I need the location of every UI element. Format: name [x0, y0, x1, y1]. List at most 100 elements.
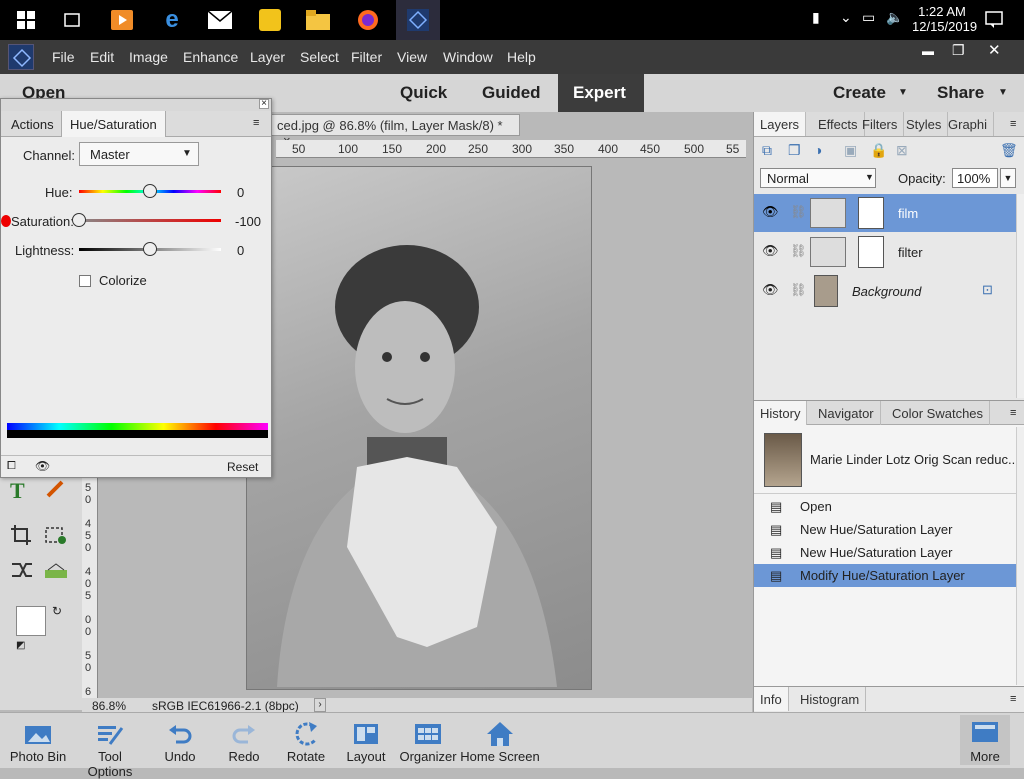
media-player-icon[interactable]	[108, 6, 136, 34]
minimize-button[interactable]: ▬	[922, 44, 934, 58]
layer-name[interactable]: film	[898, 206, 918, 221]
document-photo[interactable]	[246, 166, 592, 690]
colorize-checkbox[interactable]	[79, 275, 91, 287]
restore-button[interactable]: ❐	[952, 42, 965, 59]
history-item[interactable]: ▤ Open	[754, 495, 1016, 518]
trash-icon[interactable]: 🗑	[1000, 142, 1018, 159]
saturation-track[interactable]	[79, 219, 221, 222]
snapshot-name[interactable]: Marie Linder Lotz Orig Scan reduc...	[810, 452, 1019, 467]
zoom-level[interactable]: 86.8%	[92, 699, 126, 713]
clip-to-layer-icon[interactable]: ⧠	[7, 460, 16, 473]
menu-help[interactable]: Help	[507, 49, 536, 65]
share-button[interactable]: Share	[937, 83, 984, 103]
saturation-value[interactable]: -100	[235, 214, 261, 229]
history-item[interactable]: ▤ New Hue/Saturation Layer	[754, 518, 1016, 541]
network-icon[interactable]: ▭	[862, 9, 875, 26]
chevron-up-icon[interactable]: ⌄	[840, 9, 852, 26]
link-icon[interactable]: ⛓	[790, 243, 807, 259]
mode-quick[interactable]: Quick	[400, 83, 447, 103]
usb-icon[interactable]: ▮	[812, 9, 820, 26]
recompose-tool-icon[interactable]	[44, 524, 68, 549]
type-tool-icon[interactable]: T	[10, 478, 25, 504]
menu-enhance[interactable]: Enhance	[183, 49, 238, 65]
history-item[interactable]: ▤ Modify Hue/Saturation Layer	[754, 564, 1016, 587]
status-expand-icon[interactable]: ›	[314, 698, 326, 712]
mask-icon[interactable]: ▣	[844, 142, 857, 159]
create-button[interactable]: Create	[833, 83, 886, 103]
lightness-slider-thumb[interactable]	[143, 242, 157, 256]
straighten-tool-icon[interactable]	[44, 562, 68, 583]
history-scrollbar[interactable]	[1016, 427, 1024, 685]
layer-row[interactable]: 👁 ⛓ filter	[754, 233, 1016, 271]
channel-select[interactable]: Master ▼	[79, 142, 199, 166]
layer-name[interactable]: Background	[852, 284, 921, 299]
menu-layer[interactable]: Layer	[250, 49, 285, 65]
clock[interactable]: 1:22 AM 12/15/2019	[912, 4, 977, 34]
link-icon[interactable]: ⛓	[790, 282, 807, 298]
visibility-eye-icon[interactable]: 👁	[762, 243, 779, 259]
layers-scrollbar[interactable]	[1016, 194, 1024, 398]
lock-all-icon[interactable]: ⊠	[896, 142, 908, 159]
panel-menu-icon[interactable]: ≡	[1010, 693, 1016, 705]
mode-guided[interactable]: Guided	[482, 83, 541, 103]
tab-hue-saturation[interactable]: Hue/Saturation	[61, 111, 166, 137]
tab-actions[interactable]: Actions	[11, 117, 54, 132]
photoshop-elements-task-icon[interactable]	[396, 0, 440, 40]
edge-browser-icon[interactable]: e	[158, 6, 186, 34]
layer-name[interactable]: filter	[898, 245, 923, 260]
panel-menu-icon[interactable]: ≡	[1010, 407, 1016, 419]
photos-organizer-icon[interactable]	[256, 6, 284, 34]
visibility-eye-icon[interactable]: 👁	[35, 459, 50, 473]
document-tab[interactable]: ced.jpg @ 86.8% (film, Layer Mask/8) * ×	[270, 114, 520, 148]
mode-expert[interactable]: Expert	[573, 83, 626, 103]
create-dropdown-icon[interactable]: ▼	[898, 87, 908, 98]
opacity-dropdown-icon[interactable]: ▼	[1000, 168, 1016, 188]
undo-button[interactable]: Undo	[144, 719, 216, 764]
tab-info[interactable]: Info	[754, 687, 789, 711]
visibility-eye-icon[interactable]: 👁	[762, 204, 779, 220]
tab-color-swatches[interactable]: Color Swatches	[886, 401, 991, 425]
home-screen-button[interactable]: Home Screen	[458, 719, 542, 764]
task-view-icon[interactable]	[58, 6, 86, 34]
mode-expert-bg[interactable]: Expert	[558, 74, 644, 112]
layer-row[interactable]: 👁 ⛓ film	[754, 194, 1016, 232]
menu-image[interactable]: Image	[129, 49, 168, 65]
menu-file[interactable]: File	[52, 49, 75, 65]
opacity-input[interactable]: 100%	[952, 168, 998, 188]
default-colors-icon[interactable]: ◩	[16, 640, 25, 651]
saturation-slider-thumb[interactable]	[72, 213, 86, 227]
organizer-button[interactable]: Organizer	[392, 719, 464, 764]
content-aware-move-icon[interactable]	[10, 560, 34, 583]
pencil-tool-icon[interactable]	[44, 478, 66, 503]
menu-window[interactable]: Window	[443, 49, 493, 65]
new-group-icon[interactable]: ❐	[788, 142, 801, 159]
hue-slider-thumb[interactable]	[143, 184, 157, 198]
close-window-button[interactable]: ✕	[988, 41, 1001, 59]
volume-icon[interactable]: 🔈	[886, 9, 903, 26]
more-button[interactable]: More	[960, 715, 1010, 765]
share-dropdown-icon[interactable]: ▼	[998, 87, 1008, 98]
tab-filters[interactable]: Filters	[856, 112, 905, 136]
mail-icon[interactable]	[206, 6, 234, 34]
panel-menu-icon[interactable]: ≡	[1010, 118, 1016, 130]
crop-tool-icon[interactable]	[10, 524, 32, 549]
lock-icon[interactable]: 🔒	[870, 142, 887, 159]
blend-mode-select[interactable]: Normal ▼	[760, 168, 876, 188]
panel-titlebar[interactable]: ×	[1, 99, 271, 111]
tab-graphics[interactable]: Graphi	[942, 112, 995, 136]
locked-layer-icon[interactable]: ⊡	[982, 282, 993, 298]
swap-colors-icon[interactable]: ↻	[52, 604, 62, 618]
adjustment-layer-icon[interactable]: ◑	[814, 142, 822, 158]
reset-button[interactable]: Reset	[227, 460, 258, 474]
close-panel-icon[interactable]: ×	[259, 99, 269, 109]
menu-view[interactable]: View	[397, 49, 427, 65]
menu-filter[interactable]: Filter	[351, 49, 382, 65]
menu-edit[interactable]: Edit	[90, 49, 114, 65]
windows-start-icon[interactable]	[12, 6, 40, 34]
link-icon[interactable]: ⛓	[790, 204, 807, 220]
new-layer-icon[interactable]: ⧉	[762, 142, 772, 159]
menu-select[interactable]: Select	[300, 49, 339, 65]
tool-options-button[interactable]: Tool Options	[74, 719, 146, 779]
foreground-color-swatch[interactable]	[16, 606, 46, 636]
firefox-icon[interactable]	[354, 6, 382, 34]
